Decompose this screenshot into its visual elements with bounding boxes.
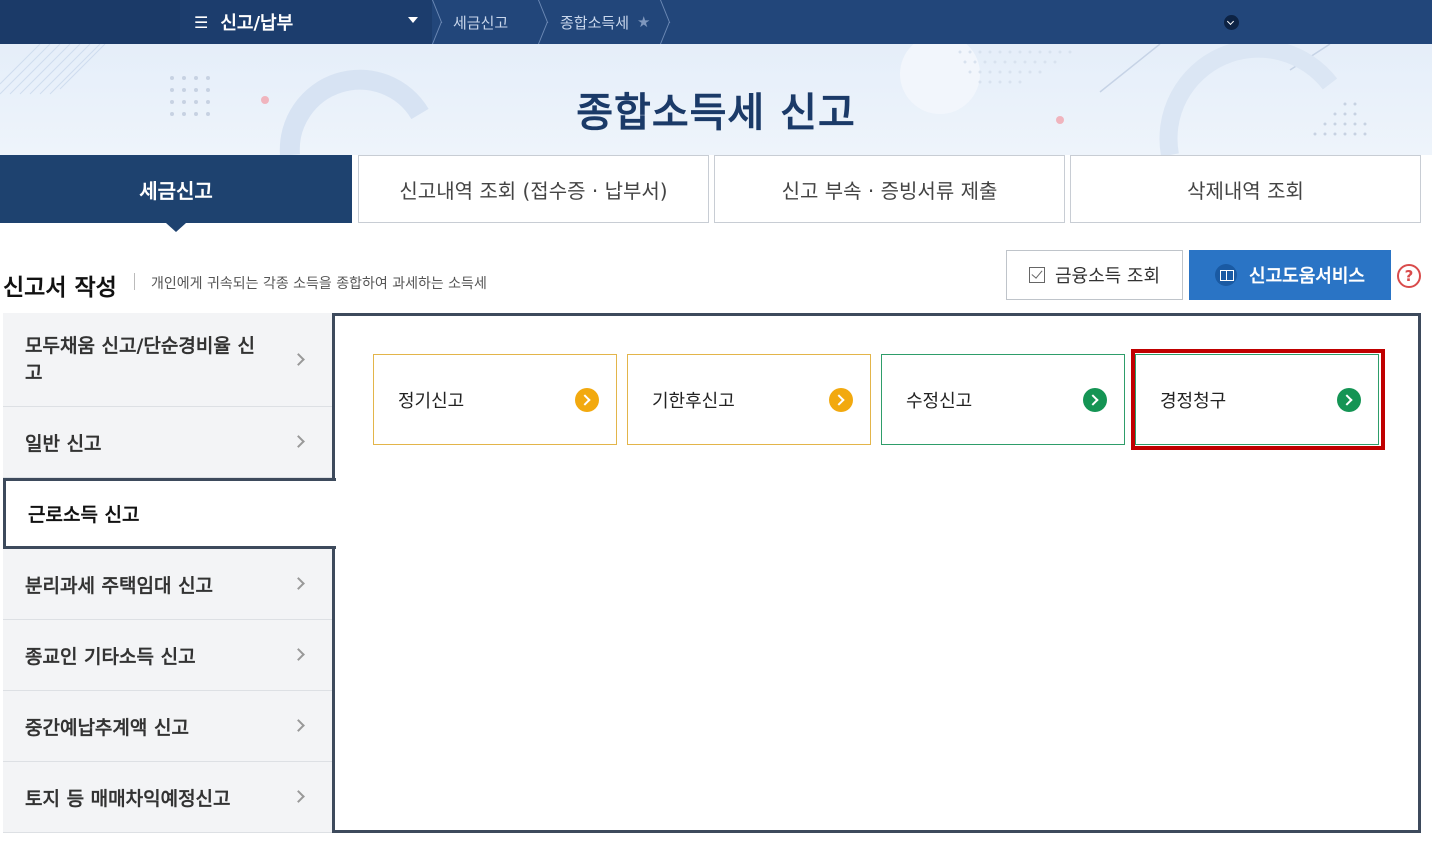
arrow-right-circle-icon xyxy=(575,388,599,412)
section-description: 개인에게 귀속되는 각종 소득을 종합하여 과세하는 소득세 xyxy=(151,276,487,292)
regular-filing-card[interactable]: 정기신고 xyxy=(373,354,617,445)
chevron-right-icon xyxy=(292,790,305,803)
sidebar-item-label: 종교인 기타소득 신고 xyxy=(25,645,196,668)
financial-income-lookup-button[interactable]: 금융소득 조회 xyxy=(1006,250,1183,300)
sidebar-item-label: 토지 등 매매차익예정신고 xyxy=(25,787,231,810)
sidebar-item-general-filing[interactable]: 일반 신고 xyxy=(3,407,333,478)
highlight-box xyxy=(1131,349,1385,450)
filing-help-service-label: 신고도움서비스 xyxy=(1249,266,1365,287)
arrow-right-circle-icon xyxy=(1083,388,1107,412)
menu-dropdown[interactable]: ☰ 신고/납부 xyxy=(180,0,432,44)
breadcrumb-separator xyxy=(660,0,674,44)
breadcrumb-separator xyxy=(538,0,552,44)
sidebar-item-religious-income-filing[interactable]: 종교인 기타소득 신고 xyxy=(3,620,333,691)
tab-filing-history[interactable]: 신고내역 조회 (접수증 · 납부서) xyxy=(358,155,709,223)
top-navigation-bar: ☰ 신고/납부 세금신고 종합소득세 ★ xyxy=(0,0,1432,44)
breadcrumb-label: 종합소득세 xyxy=(560,13,630,32)
tab-supporting-documents[interactable]: 신고 부속 · 증빙서류 제출 xyxy=(714,155,1065,223)
checkbox-edit-icon xyxy=(1028,267,1045,283)
sidebar-item-label: 근로소득 신고 xyxy=(28,504,140,526)
sidebar-item-earned-income-filing[interactable]: 근로소득 신고 xyxy=(3,478,336,549)
sidebar-item-interim-prepayment-filing[interactable]: 중간예납추계액 신고 xyxy=(3,691,333,762)
filing-help-service-button[interactable]: 신고도움서비스 xyxy=(1189,250,1391,300)
expand-chevron-icon[interactable] xyxy=(1224,15,1239,30)
section-title: 신고서 작성 xyxy=(3,275,117,301)
late-filing-card[interactable]: 기한후신고 xyxy=(627,354,871,445)
chevron-right-icon xyxy=(292,352,305,366)
book-icon xyxy=(1215,264,1238,286)
chevron-right-icon xyxy=(292,577,305,590)
breadcrumb-label: 세금신고 xyxy=(453,13,509,32)
arrow-right-circle-icon xyxy=(829,388,853,412)
favorite-star-icon[interactable]: ★ xyxy=(637,13,650,31)
tab-deleted-history[interactable]: 삭제내역 조회 xyxy=(1070,155,1421,223)
breadcrumb-item-tax-filing[interactable]: 세금신고 xyxy=(453,0,508,44)
nav-left-block xyxy=(0,0,180,44)
sidebar: 모두채움 신고/단순경비율 신고 일반 신고 근로소득 신고 분리과세 주택임대… xyxy=(0,313,336,841)
sidebar-item-label: 중간예납추계액 신고 xyxy=(25,716,189,739)
sidebar-item-label: 일반 신고 xyxy=(25,432,102,455)
amended-filing-card[interactable]: 수정신고 xyxy=(881,354,1125,445)
sidebar-item-prefilled-filing[interactable]: 모두채움 신고/단순경비율 신고 xyxy=(3,313,333,407)
card-label: 정기신고 xyxy=(398,390,465,412)
hamburger-icon: ☰ xyxy=(194,12,209,32)
section-divider xyxy=(134,273,135,290)
card-label: 기한후신고 xyxy=(652,390,735,412)
sidebar-item-label: 분리과세 주택임대 신고 xyxy=(25,574,214,597)
help-question-icon[interactable]: ? xyxy=(1397,264,1421,288)
sidebar-item-land-sale-filing[interactable]: 토지 등 매매차익예정신고 xyxy=(3,762,333,833)
chevron-right-icon xyxy=(292,435,305,448)
card-label: 수정신고 xyxy=(906,390,973,412)
menu-label: 신고/납부 xyxy=(220,13,294,34)
financial-income-lookup-label: 금융소득 조회 xyxy=(1054,266,1161,287)
tab-tax-filing[interactable]: 세금신고 xyxy=(0,155,352,232)
sidebar-item-housing-rental-filing[interactable]: 분리과세 주택임대 신고 xyxy=(3,549,333,620)
chevron-right-icon xyxy=(292,719,305,732)
sidebar-item-label: 모두채움 신고/단순경비율 신고 xyxy=(25,334,255,384)
page-title: 종합소득세 신고 xyxy=(576,90,856,136)
caret-down-icon xyxy=(408,17,418,23)
breadcrumb-item-income-tax[interactable]: 종합소득세 ★ xyxy=(560,0,650,44)
chevron-right-icon xyxy=(292,648,305,661)
breadcrumb-separator xyxy=(432,0,446,44)
